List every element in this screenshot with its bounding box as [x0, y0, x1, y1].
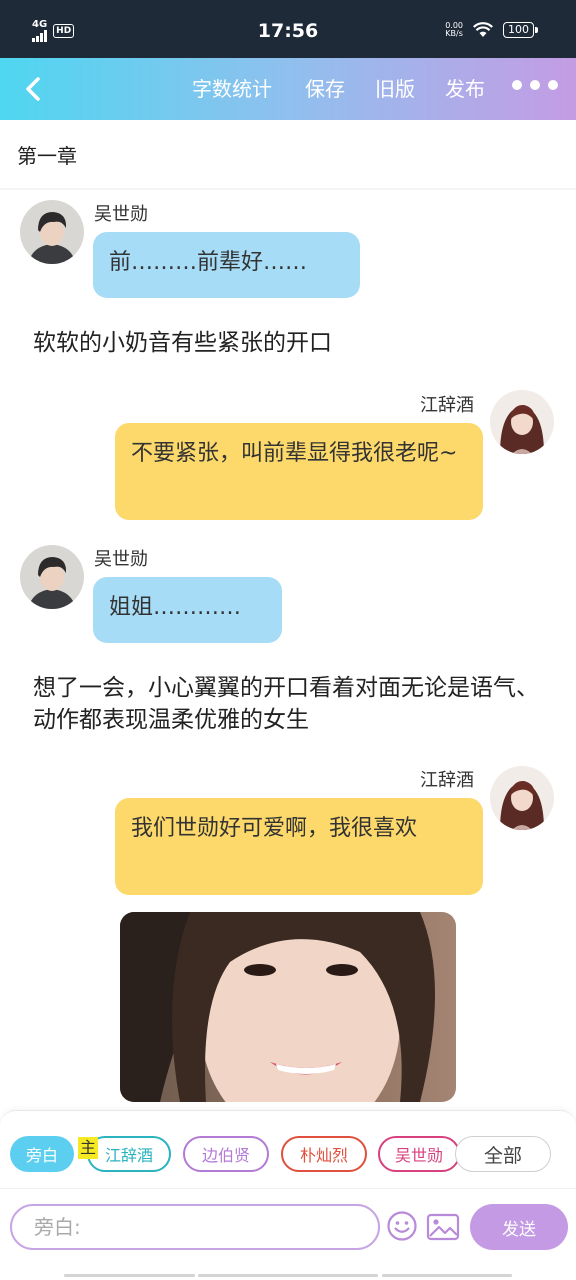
avatar-wu-shixun[interactable] [20, 545, 84, 609]
nav-bar-segment [198, 1274, 378, 1277]
avatar-jiang-cijiu[interactable] [490, 390, 554, 454]
divider [0, 188, 576, 190]
net-speed: 0.00 KB/s [445, 21, 463, 38]
old-version-button[interactable]: 旧版 [375, 74, 415, 104]
message-bubble[interactable]: 前………前辈好…… [93, 232, 360, 298]
wifi-icon [473, 22, 493, 37]
main-role-badge: 主 [78, 1137, 99, 1159]
role-chip-narrator[interactable]: 旁白 [10, 1136, 74, 1172]
emoji-smile-icon[interactable] [386, 1210, 418, 1242]
narration-text[interactable]: 软软的小奶音有些紧张的开口 [33, 327, 543, 359]
role-chip-all[interactable]: 全部 [455, 1136, 551, 1172]
more-dots-icon[interactable] [512, 80, 558, 90]
editor-toolbar: 字数统计 保存 旧版 发布 [0, 58, 576, 120]
chapter-title[interactable]: 第一章 [17, 140, 77, 169]
message-bubble[interactable]: 我们世勋好可爱啊，我很喜欢 [115, 798, 483, 895]
role-chip-jiang-cijiu[interactable]: 江辞酒 [87, 1136, 171, 1172]
message-input-wrapper [10, 1204, 380, 1250]
sender-name: 江辞酒 [420, 770, 474, 791]
role-chip-wu-shixun[interactable]: 吴世勋 [378, 1136, 460, 1172]
save-button[interactable]: 保存 [305, 74, 345, 104]
image-icon[interactable] [426, 1212, 460, 1242]
message-bubble[interactable]: 不要紧张，叫前辈显得我很老呢~ [115, 423, 483, 520]
message-image[interactable] [120, 912, 456, 1102]
nav-bar-segment [382, 1274, 512, 1277]
avatar-jiang-cijiu[interactable] [490, 766, 554, 830]
battery-icon: 100 [503, 22, 538, 38]
status-right: 0.00 KB/s 100 [445, 21, 538, 38]
status-bar: 4G HD 17:56 0.00 KB/s 100 [0, 0, 576, 58]
role-chip-bian-boxian[interactable]: 边伯贤 [183, 1136, 269, 1172]
send-button[interactable]: 发送 [470, 1204, 568, 1250]
nav-bar-segment [64, 1274, 195, 1277]
role-chip-park-canlie[interactable]: 朴灿烈 [281, 1136, 367, 1172]
message-input[interactable] [12, 1206, 378, 1248]
message-bubble[interactable]: 姐姐………… [93, 577, 282, 643]
narration-text[interactable]: 想了一会，小心翼翼的开口看着对面无论是语气、动作都表现温柔优雅的女生 [33, 672, 543, 736]
sender-name: 吴世勋 [94, 549, 148, 570]
divider [0, 1188, 576, 1189]
avatar-wu-shixun[interactable] [20, 200, 84, 264]
sender-name: 吴世勋 [94, 204, 148, 225]
word-count-button[interactable]: 字数统计 [192, 74, 272, 104]
sender-name: 江辞酒 [420, 395, 474, 416]
publish-button[interactable]: 发布 [445, 74, 485, 104]
chevron-left-icon[interactable] [18, 74, 48, 104]
